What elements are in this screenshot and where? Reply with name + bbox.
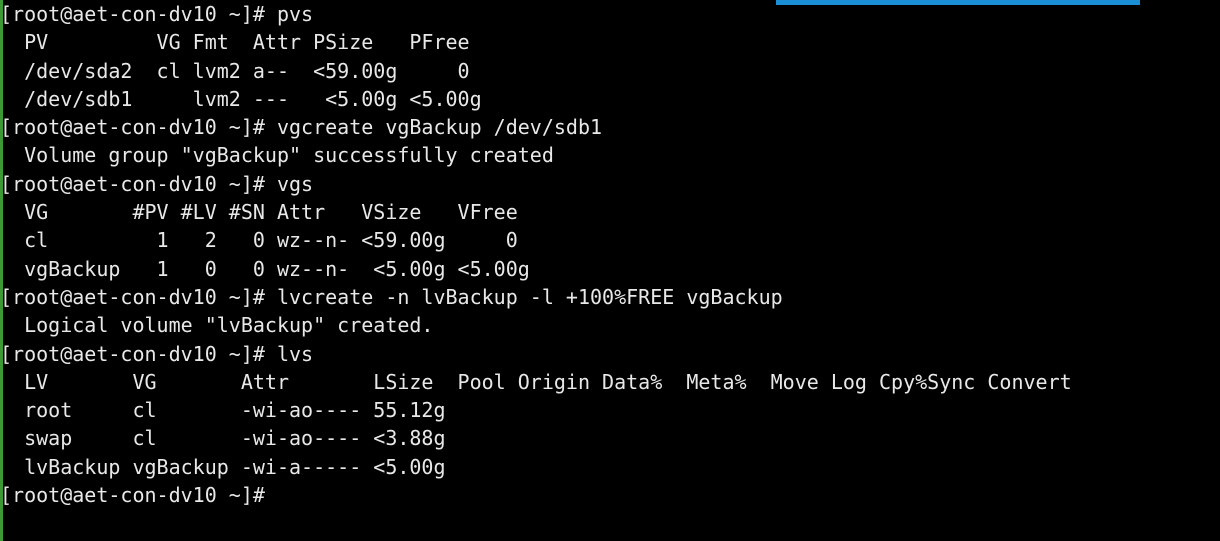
command-line-pvs: [root@aet-con-dv10 ~]# pvs: [0, 2, 314, 26]
pvs-header-row: PV VG Fmt Attr PSize PFree: [0, 30, 470, 55]
vgs-row-cl: cl 1 2 0 wz--n- <59.00g 0: [0, 228, 518, 253]
pvs-row-sda2: /dev/sda2 cl lvm2 a-- <59.00g 0: [0, 58, 470, 83]
lvs-row-root: root cl -wi-ao---- 55.12g: [0, 398, 446, 423]
vgs-header-row: VG #PV #LV #SN Attr VSize VFree: [0, 200, 518, 225]
command-line-vgs: [root@aet-con-dv10 ~]# vgs: [0, 171, 314, 196]
vgs-row-vgbackup: vgBackup 1 0 0 wz--n- <5.00g <5.00g: [0, 256, 530, 281]
lvs-header-row: LV VG Attr LSize Pool Origin Data% Meta%…: [0, 369, 1072, 394]
lvcreate-output: Logical volume "lvBackup" created.: [0, 313, 434, 338]
terminal-output: [root@aet-con-dv10 ~]# pvs PV VG Fmt Att…: [0, 0, 1072, 509]
command-line-vgcreate: [root@aet-con-dv10 ~]# vgcreate vgBackup…: [0, 115, 603, 140]
pvs-row-sdb1: /dev/sdb1 lvm2 --- <5.00g <5.00g: [0, 86, 482, 111]
lvs-row-lvbackup: lvBackup vgBackup -wi-a----- <5.00g: [0, 454, 446, 479]
vgcreate-output: Volume group "vgBackup" successfully cre…: [0, 143, 554, 168]
command-line-lvs: [root@aet-con-dv10 ~]# lvs: [0, 341, 314, 366]
command-line-lvcreate: [root@aet-con-dv10 ~]# lvcreate -n lvBac…: [0, 284, 783, 309]
shell-prompt[interactable]: [root@aet-con-dv10 ~]#: [0, 481, 1072, 509]
lvs-row-swap: swap cl -wi-ao---- <3.88g: [0, 426, 446, 451]
terminal-window[interactable]: [root@aet-con-dv10 ~]# pvs PV VG Fmt Att…: [0, 0, 1220, 541]
